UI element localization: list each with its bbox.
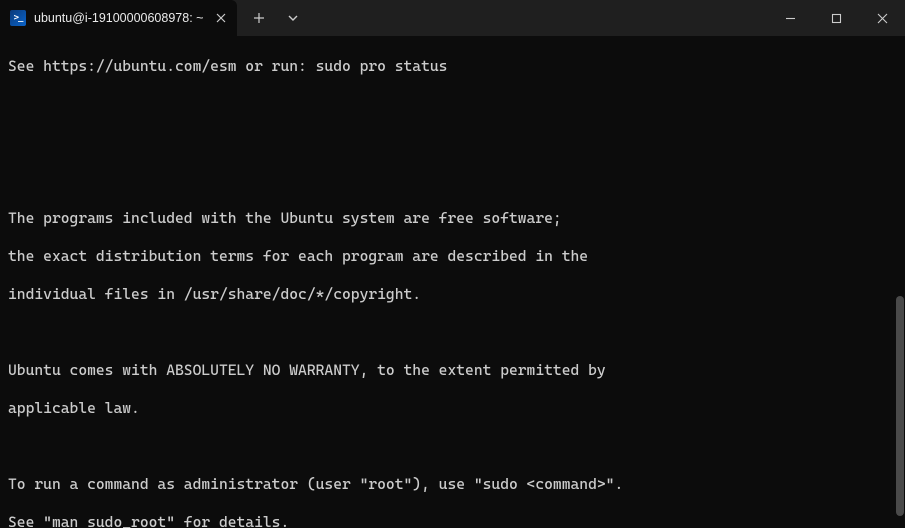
- terminal-pane[interactable]: See https://ubuntu.com/esm or run: sudo …: [0, 36, 905, 528]
- plus-icon: [253, 12, 265, 24]
- tab-active[interactable]: ubuntu@i-19100000608978: ~: [0, 0, 237, 36]
- motd-line: Ubuntu comes with ABSOLUTELY NO WARRANTY…: [8, 361, 899, 380]
- blank-line: [8, 323, 899, 342]
- window-controls: [767, 0, 905, 36]
- blank-line: [8, 133, 899, 152]
- motd-line: See "man sudo_root" for details.: [8, 513, 899, 528]
- close-window-button[interactable]: [859, 0, 905, 36]
- motd-line: individual files in /usr/share/doc/*/cop…: [8, 285, 899, 304]
- powershell-icon: [10, 10, 26, 26]
- motd-line: the exact distribution terms for each pr…: [8, 247, 899, 266]
- new-tab-button[interactable]: [243, 3, 275, 33]
- minimize-button[interactable]: [767, 0, 813, 36]
- chevron-down-icon: [288, 15, 298, 21]
- maximize-icon: [831, 13, 842, 24]
- motd-line: See https://ubuntu.com/esm or run: sudo …: [8, 57, 899, 76]
- motd-line: The programs included with the Ubuntu sy…: [8, 209, 899, 228]
- maximize-button[interactable]: [813, 0, 859, 36]
- close-icon: [216, 13, 226, 23]
- scrollbar-thumb[interactable]: [896, 296, 904, 516]
- scrollbar[interactable]: [895, 36, 905, 528]
- blank-line: [8, 171, 899, 190]
- blank-line: [8, 437, 899, 456]
- motd-line: To run a command as administrator (user …: [8, 475, 899, 494]
- tab-controls: [237, 3, 309, 33]
- tab-dropdown-button[interactable]: [277, 3, 309, 33]
- minimize-icon: [785, 13, 796, 24]
- tab-title: ubuntu@i-19100000608978: ~: [34, 11, 203, 25]
- tab-close-button[interactable]: [211, 8, 231, 28]
- title-bar: ubuntu@i-19100000608978: ~: [0, 0, 905, 36]
- close-icon: [877, 13, 888, 24]
- motd-line: applicable law.: [8, 399, 899, 418]
- blank-line: [8, 95, 899, 114]
